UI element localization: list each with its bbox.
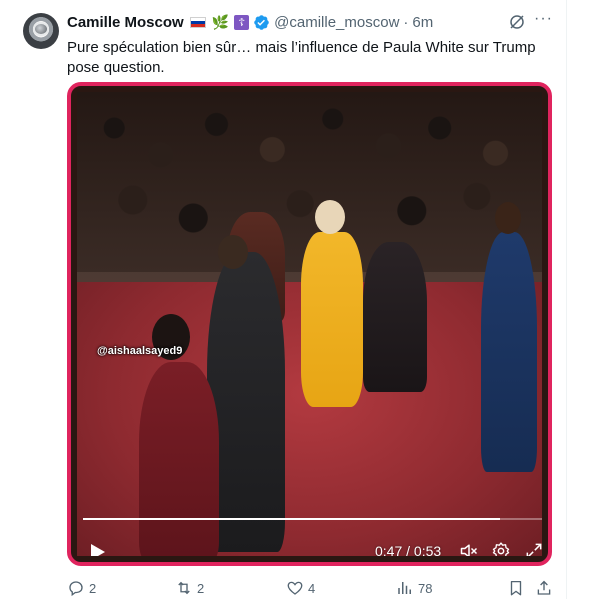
- tweet-header: Camille Moscow 🌿 ☦ @camille_moscow · 6m: [67, 12, 433, 32]
- repost-count: 2: [197, 580, 205, 596]
- video-figure: [301, 232, 363, 407]
- video-time-readout: 0:47 / 0:53: [375, 543, 442, 556]
- share-button[interactable]: [535, 578, 553, 598]
- orthodox-cross-icon: ☦: [234, 14, 250, 30]
- tweet-text: Pure spéculation bien sûr… mais l’influe…: [67, 39, 536, 76]
- timestamp[interactable]: 6m: [412, 14, 433, 31]
- video-figure: [363, 242, 427, 392]
- verified-icon: [254, 14, 269, 30]
- author-handle[interactable]: @camille_moscow: [274, 14, 399, 31]
- views-button[interactable]: 78: [396, 578, 432, 598]
- tweet-card[interactable]: Camille Moscow 🌿 ☦ @camille_moscow · 6m …: [0, 0, 597, 599]
- astronaut-helmet-icon: [33, 22, 49, 36]
- tweet-actions: 2 2 4 78: [67, 578, 551, 598]
- like-button[interactable]: 4: [286, 578, 315, 598]
- olive-branch-icon: 🌿: [211, 14, 230, 30]
- reply-count: 2: [89, 580, 97, 596]
- grok-icon[interactable]: [508, 13, 526, 31]
- mute-icon[interactable]: [459, 541, 479, 556]
- repost-icon: [178, 581, 190, 595]
- heart-icon: [287, 581, 303, 595]
- like-count: 4: [308, 580, 316, 596]
- avatar[interactable]: [23, 13, 59, 49]
- bookmark-button[interactable]: [507, 578, 525, 598]
- gear-icon[interactable]: [491, 541, 511, 556]
- video-figure: [481, 232, 537, 472]
- bookmark-icon: [510, 580, 522, 596]
- more-options-icon[interactable]: ···: [534, 11, 552, 30]
- flag-russia-icon: [189, 16, 206, 28]
- column-divider: [566, 0, 567, 599]
- share-icon: [537, 580, 551, 595]
- video-figure: [139, 362, 219, 556]
- video-figure-head: [218, 235, 248, 269]
- video-progress-bar[interactable]: [83, 518, 542, 520]
- reply-icon: [69, 581, 83, 597]
- analytics-icon: [398, 582, 411, 594]
- repost-button[interactable]: 2: [175, 578, 204, 598]
- video-frame[interactable]: @aishaalsayed9 0:47 / 0:53: [77, 92, 542, 556]
- video-figure-head: [315, 200, 345, 234]
- reply-button[interactable]: 2: [67, 578, 96, 598]
- video-watermark: @aishaalsayed9: [97, 345, 183, 357]
- video-figure-head: [495, 202, 521, 234]
- play-icon[interactable]: [90, 543, 106, 556]
- fullscreen-icon[interactable]: [524, 541, 542, 556]
- author-name[interactable]: Camille Moscow: [67, 14, 184, 31]
- video-progress-fill: [83, 518, 501, 520]
- video-player[interactable]: @aishaalsayed9 0:47 / 0:53: [67, 82, 552, 566]
- views-count: 78: [418, 580, 433, 596]
- separator-dot: ·: [403, 13, 409, 31]
